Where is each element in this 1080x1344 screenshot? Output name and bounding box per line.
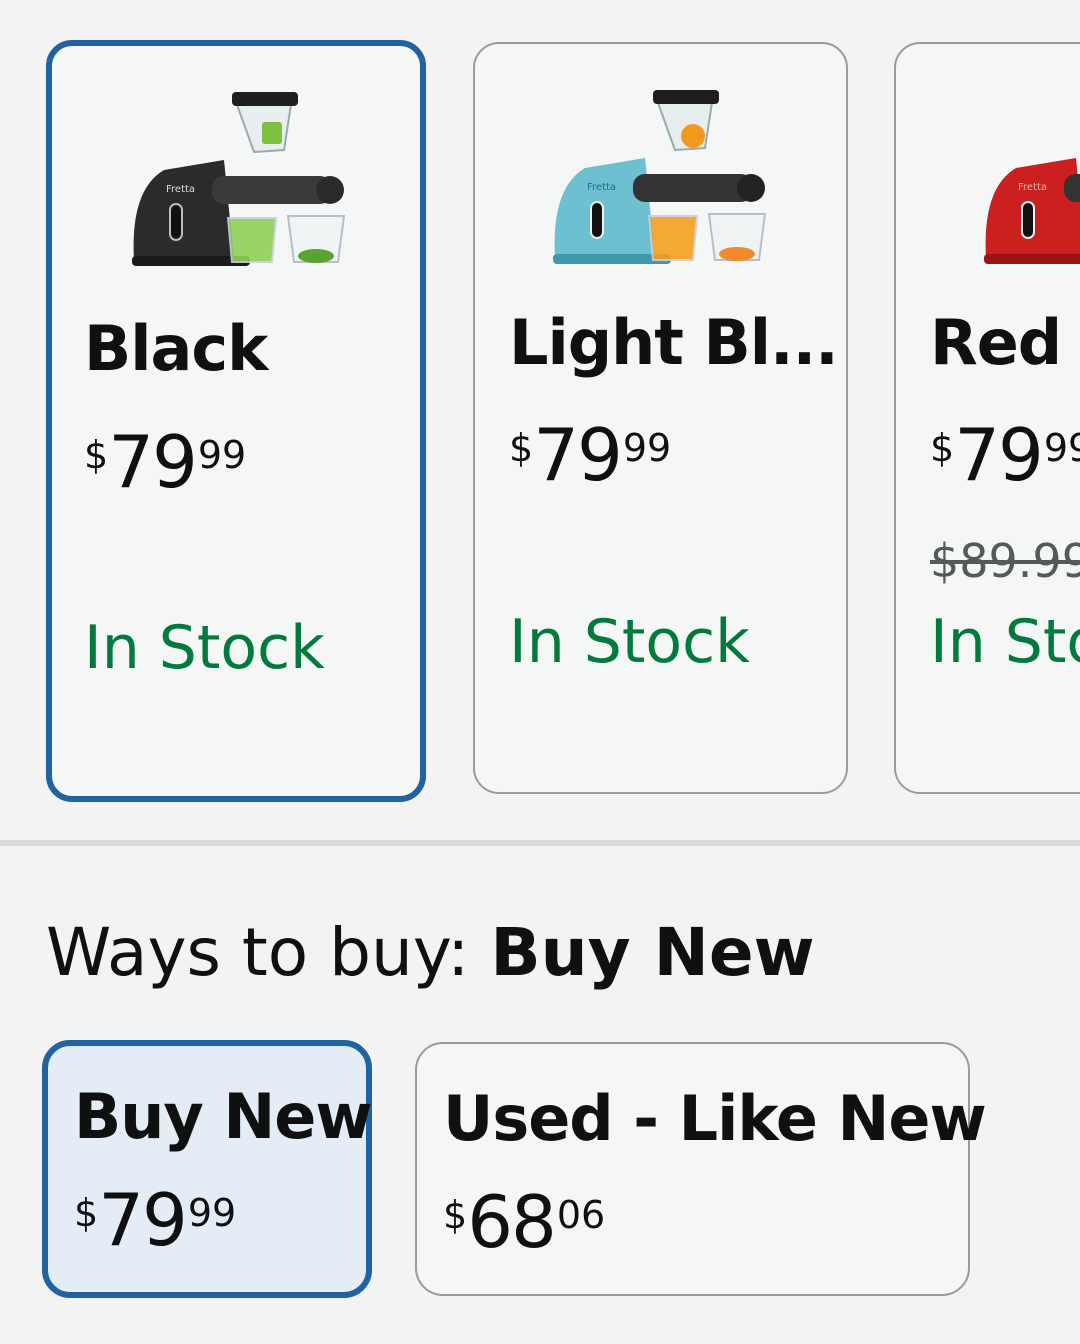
variant-price: $7999: [509, 413, 672, 497]
option-price: $6806: [443, 1180, 606, 1264]
section-divider: [0, 840, 1080, 846]
variant-name: Light Bl...: [509, 306, 839, 379]
brand-label: Fretta: [1018, 182, 1047, 193]
juicer-red-image: Fretta: [984, 158, 1080, 264]
variant-card-red[interactable]: Fretta Red $7999 $89.99 In Stock: [894, 42, 1080, 794]
variant-card-light-blue[interactable]: Fretta Light Bl... $7999 In Stock: [473, 42, 848, 794]
variant-card-black[interactable]: Fretta Black $7999 In Stock: [46, 40, 426, 802]
juicer-black-image: Fretta: [132, 92, 346, 266]
brand-label: Fretta: [587, 182, 616, 193]
list-price-strikethrough: $89.99: [930, 534, 1080, 588]
juicer-light-blue-image: Fretta: [553, 90, 767, 264]
availability-status: In Stock: [509, 607, 750, 677]
buy-new-option[interactable]: Buy New $7999: [42, 1040, 373, 1298]
availability-status: In Stock: [84, 613, 325, 683]
brand-label: Fretta: [166, 184, 195, 195]
product-variant-page: Fretta Black $7999 In Stock Fretta Light…: [0, 0, 1080, 1344]
option-label: Used - Like New: [443, 1082, 987, 1155]
ways-to-buy-selected: Buy New: [490, 914, 815, 991]
color-variant-carousel[interactable]: Fretta Black $7999 In Stock Fretta Light…: [0, 40, 1080, 802]
variant-price: $7999: [930, 413, 1080, 497]
ways-to-buy-label: Ways to buy:: [46, 914, 491, 991]
option-price: $7999: [74, 1178, 237, 1262]
option-label: Buy New: [74, 1080, 373, 1153]
availability-status: In Stock: [930, 607, 1080, 677]
ways-to-buy-heading: Ways to buy: Buy New: [46, 920, 815, 986]
variant-name: Red: [930, 306, 1062, 379]
variant-price: $7999: [84, 420, 247, 504]
variant-name: Black: [84, 312, 268, 385]
used-like-new-option[interactable]: Used - Like New $6806: [415, 1042, 987, 1296]
